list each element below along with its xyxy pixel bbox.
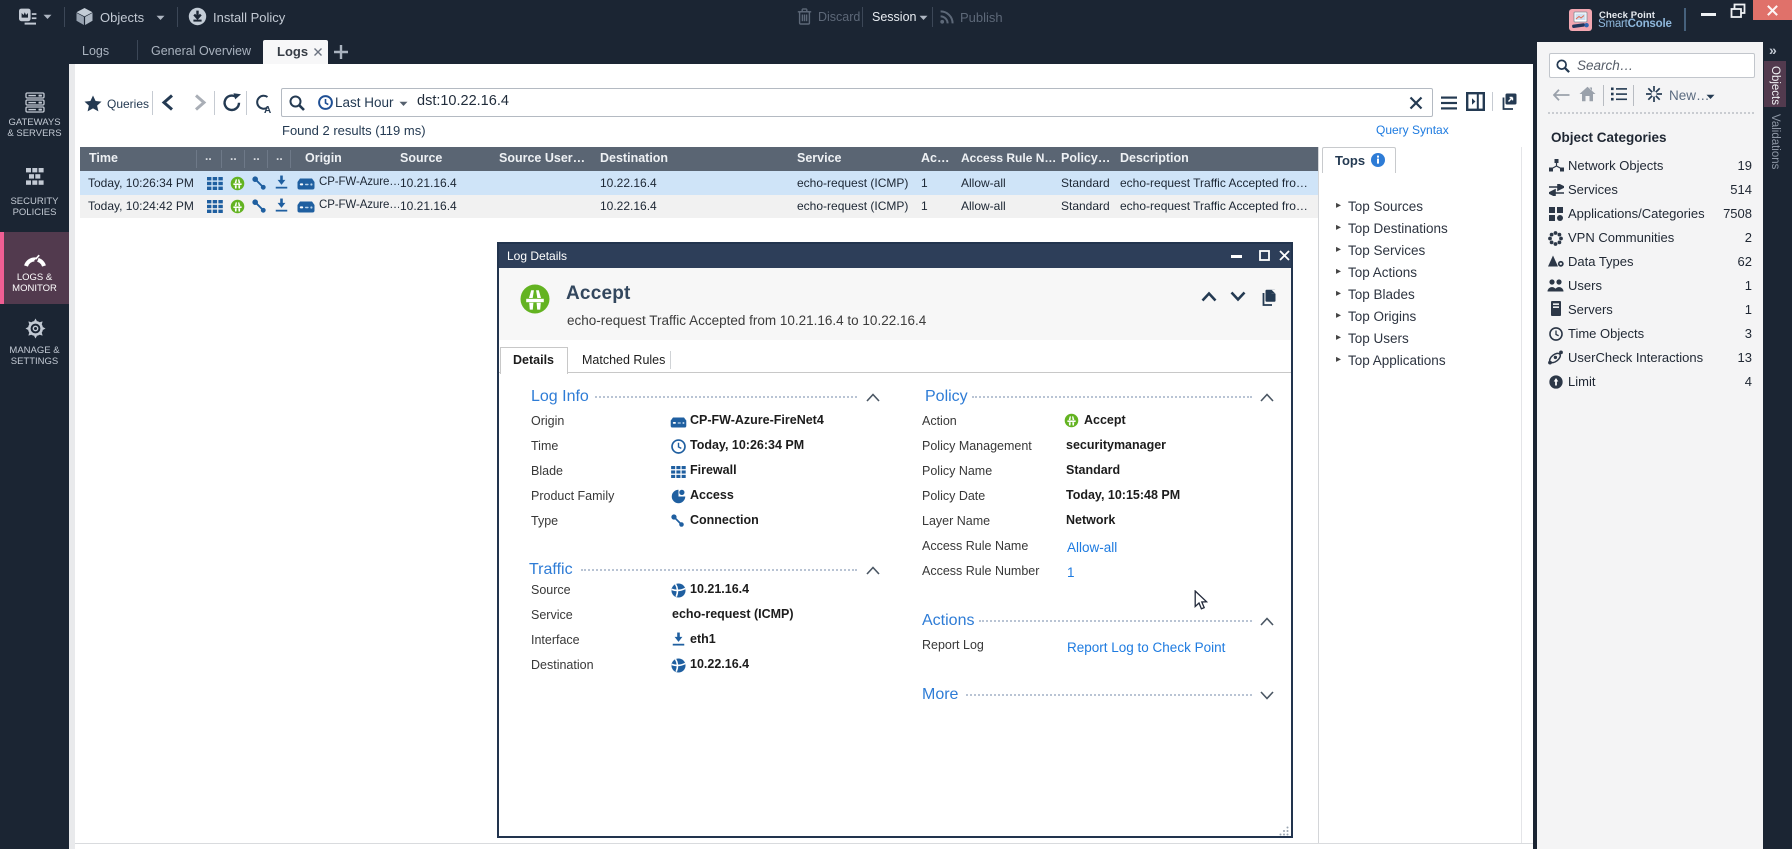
svg-text:A: A: [264, 105, 271, 114]
